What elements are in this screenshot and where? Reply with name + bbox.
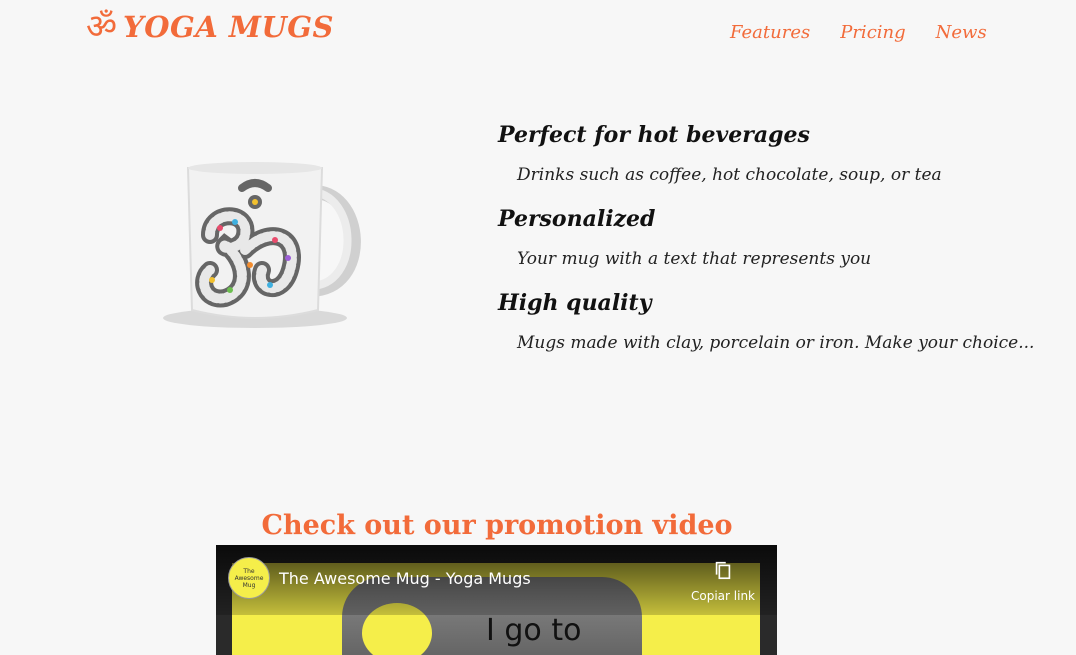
om-icon: ॐ <box>86 7 118 47</box>
feature-item: Personalized Your mug with a text that r… <box>498 202 1038 276</box>
channel-avatar[interactable]: The Awesome Mug <box>228 557 270 599</box>
feature-title: High quality <box>498 290 652 316</box>
video-embed[interactable]: I go to The Awesome Mug The Awesome Mug … <box>216 545 777 655</box>
site-logo[interactable]: ॐ YOGA MUGS <box>86 10 334 44</box>
promo-title: Check out our promotion video <box>261 510 733 542</box>
features-list: Perfect for hot beverages Drinks such as… <box>498 118 1038 370</box>
feature-title: Perfect for hot beverages <box>498 122 810 148</box>
feature-description: Your mug with a text that represents you <box>517 249 872 269</box>
feature-item: High quality Mugs made with clay, porcel… <box>498 286 1038 360</box>
channel-avatar-text: The Awesome Mug <box>234 567 264 589</box>
copy-link-label: Copiar link <box>691 589 755 603</box>
nav-link-pricing[interactable]: Pricing <box>840 22 905 43</box>
copy-link-button[interactable]: Copiar link <box>691 559 755 603</box>
mug-image <box>150 140 390 340</box>
logo-text: YOGA MUGS <box>123 10 334 44</box>
nav-link-news[interactable]: News <box>936 22 987 43</box>
video-frame-text: I go to <box>486 613 582 648</box>
video-title[interactable]: The Awesome Mug - Yoga Mugs <box>279 569 531 588</box>
feature-description: Drinks such as coffee, hot chocolate, so… <box>517 165 942 185</box>
feature-item: Perfect for hot beverages Drinks such as… <box>498 118 1038 192</box>
feature-description: Mugs made with clay, porcelain or iron. … <box>517 333 1035 353</box>
nav-link-features[interactable]: Features <box>730 22 810 43</box>
main-nav: Features Pricing News <box>730 22 987 43</box>
feature-title: Personalized <box>498 206 656 232</box>
copy-icon <box>715 561 731 580</box>
